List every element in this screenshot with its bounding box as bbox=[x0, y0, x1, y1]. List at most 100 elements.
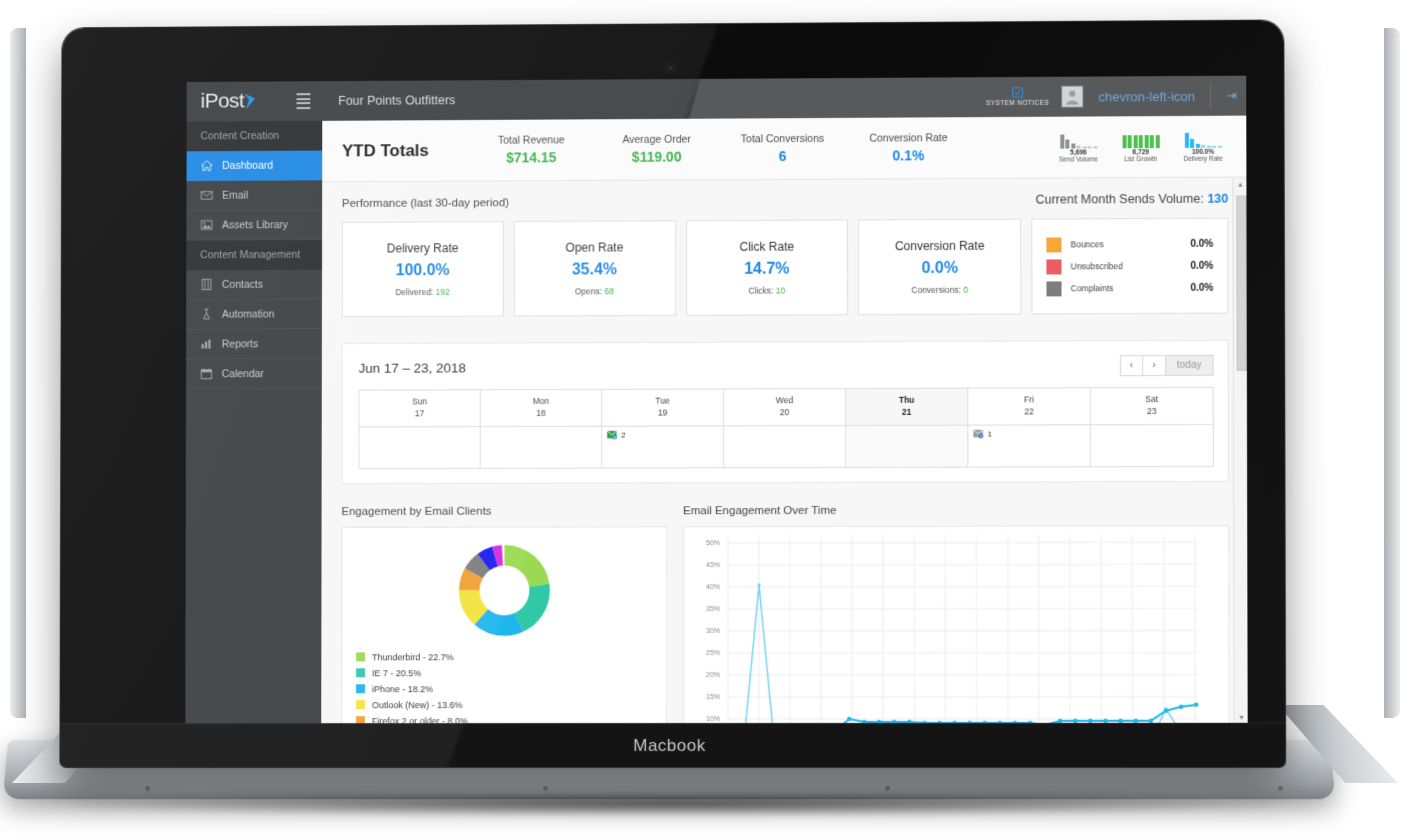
series-click-rate bbox=[744, 584, 1196, 725]
card-subtext: Clicks: 10 bbox=[748, 286, 785, 296]
device-label: Macbook bbox=[633, 735, 706, 755]
calendar-prev-button[interactable]: ‹ bbox=[1119, 355, 1144, 377]
kpi-value: 0.1% bbox=[892, 147, 925, 164]
legend-swatch bbox=[356, 652, 366, 662]
calendar-day-head-wed: Wed 20 bbox=[723, 388, 846, 426]
card-subtext: Opens: 68 bbox=[575, 286, 614, 296]
system-notices-button[interactable]: SYSTEM NOTICES bbox=[986, 87, 1049, 107]
notice-icon bbox=[1012, 87, 1023, 98]
sidebar-item-label: Email bbox=[222, 189, 249, 202]
legend-label: iPhone - 18.2% bbox=[371, 683, 434, 694]
svg-text:20%: 20% bbox=[706, 672, 720, 679]
calendar-day-head-tue: Tue 19 bbox=[601, 388, 724, 426]
scrollbar-thumb[interactable] bbox=[1236, 195, 1247, 371]
sidebar-item-label: Reports bbox=[221, 337, 259, 350]
calendar-cell-20[interactable] bbox=[723, 425, 846, 468]
sidebar-item-calendar[interactable]: Calendar bbox=[186, 358, 322, 390]
calendar-day-name: Thu bbox=[898, 394, 915, 405]
calendar-cell-18[interactable] bbox=[480, 425, 602, 469]
card-sub-value: 10 bbox=[775, 285, 786, 296]
legend-swatch bbox=[1046, 280, 1062, 296]
kpi-total-conversions: Total Conversions 6 bbox=[720, 133, 846, 165]
svg-text:35%: 35% bbox=[706, 606, 720, 613]
sent-mail-icon bbox=[607, 430, 618, 439]
card-sub-label: Conversions: bbox=[911, 284, 962, 296]
email-clients-chart-body: Thunderbird - 22.7% IE 7 - 20.5% iPhone … bbox=[341, 525, 668, 726]
panel-collapse-icon[interactable]: ⇥ bbox=[1223, 88, 1240, 104]
current-month-sends-value: 130 bbox=[1207, 191, 1229, 206]
current-month-sends-label: Current Month Sends Volume: bbox=[1035, 191, 1204, 207]
kpi-label: Conversion Rate bbox=[869, 132, 948, 145]
kpi-average-order: Average Order $119.00 bbox=[594, 134, 720, 166]
calendar-event-scheduled[interactable]: 1 bbox=[973, 429, 1085, 438]
svg-text:25%: 25% bbox=[706, 650, 720, 657]
sparkline-label: List Growth bbox=[1124, 155, 1158, 163]
top-bar-middle: Four Points Outfitters bbox=[322, 77, 987, 121]
sparkline-label: Send Volume bbox=[1058, 155, 1098, 164]
calendar-cell-17[interactable] bbox=[358, 426, 481, 469]
calendar-cell-22[interactable]: 1 bbox=[967, 424, 1091, 467]
card-sub-label: Opens: bbox=[574, 286, 603, 297]
sidebar-item-label: Dashboard bbox=[222, 159, 274, 172]
engagement-over-time-panel: Email Engagement Over Time 50% 45% 40% 3… bbox=[682, 504, 1230, 726]
legend-label: Complaints bbox=[1070, 283, 1114, 294]
card-value: 35.4% bbox=[571, 261, 618, 279]
bar-chart-icon bbox=[200, 338, 213, 351]
sidebar-item-automation[interactable]: Automation bbox=[186, 299, 322, 330]
sidebar-item-email[interactable]: Email bbox=[186, 180, 323, 211]
calendar-day-head-sun: Sun 17 bbox=[358, 389, 481, 427]
calendar-cell-19[interactable]: 2 bbox=[601, 425, 724, 468]
sidebar-item-assets-library[interactable]: Assets Library bbox=[186, 210, 323, 241]
sidebar-item-dashboard[interactable]: Dashboard bbox=[186, 150, 323, 182]
legend-row-unsubscribed: Unsubscribed 0.0% bbox=[1046, 258, 1213, 274]
sidebar-item-label: Calendar bbox=[221, 367, 264, 380]
donut-legend: Thunderbird - 22.7% IE 7 - 20.5% iPhone … bbox=[342, 639, 666, 726]
laptop-shadow bbox=[20, 795, 1320, 817]
collapse-left-icon[interactable]: chevron-left-icon bbox=[1095, 88, 1198, 104]
donut-legend-item[interactable]: iPhone - 18.2% bbox=[356, 681, 666, 697]
sidebar-item-reports[interactable]: Reports bbox=[186, 329, 322, 360]
svg-text:30%: 30% bbox=[706, 628, 720, 635]
legend-value: 0.0% bbox=[1190, 238, 1214, 250]
calendar-today-button[interactable]: today bbox=[1164, 354, 1214, 377]
card-title: Conversion Rate bbox=[894, 238, 985, 254]
legend-value: 0.0% bbox=[1190, 260, 1214, 272]
donut-legend-item[interactable]: IE 7 - 20.5% bbox=[356, 665, 666, 681]
scrollbar-track[interactable] bbox=[1234, 192, 1247, 711]
card-subtext: Delivered: 192 bbox=[395, 287, 449, 297]
calendar-day-name: Sun bbox=[412, 396, 428, 407]
sparkline-send-volume[interactable]: 5,696 Send Volume bbox=[1055, 131, 1101, 163]
donut-legend-item[interactable]: Thunderbird - 22.7% bbox=[356, 649, 666, 665]
card-sub-value: 68 bbox=[604, 286, 615, 297]
vertical-scrollbar[interactable]: ▲ ▼ bbox=[1232, 177, 1248, 725]
legend-swatch bbox=[1046, 258, 1062, 274]
kpi-label: Average Order bbox=[622, 133, 691, 146]
performance-header: Performance (last 30-day period) Current… bbox=[342, 192, 1228, 210]
charts-row: Engagement by Email Clients Thunderbird … bbox=[341, 504, 1230, 726]
dashboard-content: Performance (last 30-day period) Current… bbox=[321, 178, 1247, 726]
sparkline-delivery-rate[interactable]: 100.0% Delivery Rate bbox=[1180, 130, 1226, 162]
hamburger-icon[interactable] bbox=[296, 93, 311, 109]
legend-label: IE 7 - 20.5% bbox=[371, 667, 422, 678]
sidebar-group-content-creation: Content Creation bbox=[186, 120, 323, 152]
calendar-event-count: 1 bbox=[987, 429, 992, 439]
calendar-event-count: 2 bbox=[621, 430, 626, 440]
calendar-day-name: Fri bbox=[1024, 394, 1035, 405]
svg-text:15%: 15% bbox=[706, 694, 720, 701]
donut-legend-item[interactable]: Outlook (New) - 13.6% bbox=[356, 697, 666, 713]
sidebar-item-contacts[interactable]: Contacts bbox=[186, 269, 323, 300]
ipost-logo[interactable]: iPost bbox=[201, 90, 257, 114]
calendar-cell-21[interactable] bbox=[845, 424, 968, 468]
donut-chart-svg bbox=[455, 541, 553, 639]
calendar-head-row: Sun 17 Mon 18 Tue 19 Wed 20 Thu 21 Fri 22 Sat 2… bbox=[358, 387, 1214, 427]
calendar-header: Jun 17 – 23, 2018 ‹ › today bbox=[359, 354, 1214, 379]
card-value: 14.7% bbox=[744, 260, 790, 278]
calendar-event-sent[interactable]: 2 bbox=[607, 430, 718, 439]
grid-horizontal bbox=[728, 542, 1198, 725]
top-bar-divider bbox=[1210, 82, 1212, 109]
calendar-next-button[interactable]: › bbox=[1142, 354, 1166, 377]
scroll-up-button[interactable]: ▲ bbox=[1233, 178, 1247, 192]
calendar-cell-23[interactable] bbox=[1090, 424, 1214, 467]
sparkline-list-growth[interactable]: 6,729 List Growth bbox=[1118, 131, 1164, 163]
avatar[interactable] bbox=[1061, 85, 1084, 108]
